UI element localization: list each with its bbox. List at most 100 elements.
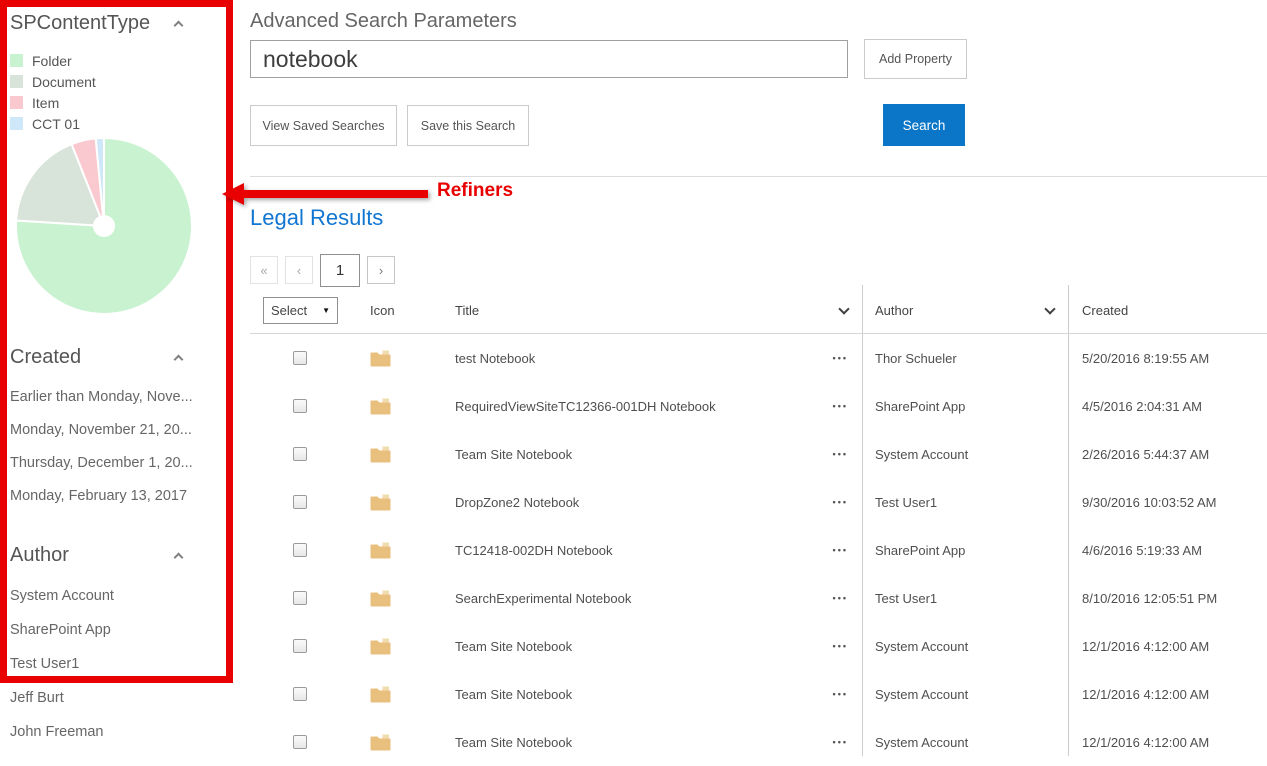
row-created: 4/6/2016 5:19:33 AM — [1082, 543, 1202, 558]
ellipsis-menu-icon[interactable]: ••• — [833, 593, 848, 603]
refiner-item-created[interactable]: Earlier than Monday, Nove... — [10, 389, 230, 422]
pie-donut-hole — [93, 215, 115, 237]
column-header-icon: Icon — [370, 303, 395, 318]
results-table-body: test Notebook ••• Thor Schueler 5/20/201… — [250, 334, 1267, 766]
refiner-item-author[interactable]: Jeff Burt — [10, 690, 230, 724]
refiner-section-author: Author — [10, 544, 182, 567]
ellipsis-menu-icon[interactable]: ••• — [833, 545, 848, 555]
row-author: Test User1 — [875, 495, 937, 510]
row-author: Thor Schueler — [875, 351, 957, 366]
folder-icon — [370, 542, 391, 559]
ellipsis-menu-icon[interactable]: ••• — [833, 497, 848, 507]
row-checkbox[interactable] — [293, 495, 307, 509]
column-header-created: Created — [1082, 303, 1128, 318]
refiner-title-contenttype: SPContentType — [10, 12, 150, 35]
refiner-item-author[interactable]: SharePoint App — [10, 622, 230, 656]
row-title: TC12418-002DH Notebook — [455, 543, 613, 558]
row-title: Team Site Notebook — [455, 735, 572, 750]
column-header-author: Author — [875, 303, 913, 318]
refiner-item-created[interactable]: Thursday, December 1, 20... — [10, 455, 230, 488]
row-title: test Notebook — [455, 351, 535, 366]
ellipsis-menu-icon[interactable]: ••• — [833, 689, 848, 699]
search-button[interactable]: Search — [883, 104, 965, 146]
ellipsis-menu-icon[interactable]: ••• — [833, 353, 848, 363]
results-heading: Legal Results — [250, 205, 383, 231]
row-title: Team Site Notebook — [455, 687, 572, 702]
folder-icon — [370, 398, 391, 415]
collapse-chevron-up-icon[interactable] — [174, 355, 184, 365]
results-table-header: Select ▼ Icon Title Author Created — [250, 288, 1267, 334]
view-saved-searches-button[interactable]: View Saved Searches — [250, 105, 397, 146]
row-checkbox[interactable] — [293, 543, 307, 557]
refiner-title-author: Author — [10, 544, 69, 567]
pagination-next-button[interactable]: › — [367, 256, 395, 284]
ellipsis-menu-icon[interactable]: ••• — [833, 641, 848, 651]
pagination-current-page[interactable]: 1 — [320, 254, 360, 287]
table-row: RequiredViewSiteTC12366-001DH Notebook •… — [250, 382, 1267, 430]
refiner-item-created[interactable]: Monday, February 13, 2017 — [10, 488, 230, 521]
column-header-title: Title — [455, 303, 479, 318]
row-checkbox[interactable] — [293, 687, 307, 701]
row-title: SearchExperimental Notebook — [455, 591, 631, 606]
author-sort-chevron-icon[interactable] — [1044, 303, 1055, 314]
table-row: SearchExperimental Notebook ••• Test Use… — [250, 574, 1267, 622]
folder-icon — [370, 590, 391, 607]
row-author: System Account — [875, 687, 968, 702]
collapse-chevron-up-icon[interactable] — [174, 21, 184, 31]
legend-swatch — [10, 96, 23, 109]
table-row: test Notebook ••• Thor Schueler 5/20/201… — [250, 334, 1267, 382]
row-title: RequiredViewSiteTC12366-001DH Notebook — [455, 399, 716, 414]
search-query-input[interactable] — [250, 40, 848, 78]
dropdown-arrow-icon: ▼ — [322, 306, 330, 315]
pagination-prev-button[interactable]: ‹ — [285, 256, 313, 284]
row-checkbox[interactable] — [293, 351, 307, 365]
folder-icon — [370, 638, 391, 655]
pagination-first-button[interactable]: « — [250, 256, 278, 284]
refiner-item-author[interactable]: System Account — [10, 588, 230, 622]
table-row: Team Site Notebook ••• System Account 12… — [250, 718, 1267, 766]
row-author: System Account — [875, 447, 968, 462]
title-sort-chevron-icon[interactable] — [838, 303, 849, 314]
row-checkbox[interactable] — [293, 735, 307, 749]
legend-label: Document — [32, 74, 96, 90]
ellipsis-menu-icon[interactable]: ••• — [833, 401, 848, 411]
refiner-item-author[interactable]: John Freeman — [10, 724, 230, 758]
folder-icon — [370, 734, 391, 751]
ellipsis-menu-icon[interactable]: ••• — [833, 737, 848, 747]
legend-label: Item — [32, 95, 59, 111]
row-checkbox[interactable] — [293, 399, 307, 413]
pagination: « ‹ 1 › — [250, 253, 402, 287]
legend-item: Document — [10, 71, 96, 92]
save-this-search-button[interactable]: Save this Search — [407, 105, 529, 146]
collapse-chevron-up-icon[interactable] — [174, 553, 184, 563]
refiner-section-created: Created — [10, 346, 182, 369]
created-refiner-list: Earlier than Monday, Nove...Monday, Nove… — [10, 389, 230, 521]
row-title: DropZone2 Notebook — [455, 495, 579, 510]
row-author: System Account — [875, 735, 968, 750]
folder-icon — [370, 446, 391, 463]
row-created: 4/5/2016 2:04:31 AM — [1082, 399, 1202, 414]
table-row: DropZone2 Notebook ••• Test User1 9/30/2… — [250, 478, 1267, 526]
legend-swatch — [10, 117, 23, 130]
page-title: Advanced Search Parameters — [250, 10, 517, 33]
row-checkbox[interactable] — [293, 447, 307, 461]
row-author: System Account — [875, 639, 968, 654]
table-row: Team Site Notebook ••• System Account 12… — [250, 622, 1267, 670]
add-property-button[interactable]: Add Property — [864, 39, 967, 79]
row-created: 5/20/2016 8:19:55 AM — [1082, 351, 1209, 366]
select-dropdown[interactable]: Select ▼ — [263, 297, 338, 324]
refiners-panel: SPContentType FolderDocumentItemCCT 01 C… — [0, 0, 240, 756]
section-divider — [250, 176, 1267, 177]
legend-item: Item — [10, 92, 96, 113]
refiner-item-author[interactable]: Test User1 — [10, 656, 230, 690]
row-author: SharePoint App — [875, 543, 965, 558]
refiner-section-contenttype: SPContentType — [10, 12, 182, 35]
row-checkbox[interactable] — [293, 591, 307, 605]
contenttype-pie-chart[interactable] — [8, 130, 200, 316]
refiner-item-created[interactable]: Monday, November 21, 20... — [10, 422, 230, 455]
table-row: TC12418-002DH Notebook ••• SharePoint Ap… — [250, 526, 1267, 574]
legend-swatch — [10, 75, 23, 88]
row-checkbox[interactable] — [293, 639, 307, 653]
folder-icon — [370, 494, 391, 511]
ellipsis-menu-icon[interactable]: ••• — [833, 449, 848, 459]
